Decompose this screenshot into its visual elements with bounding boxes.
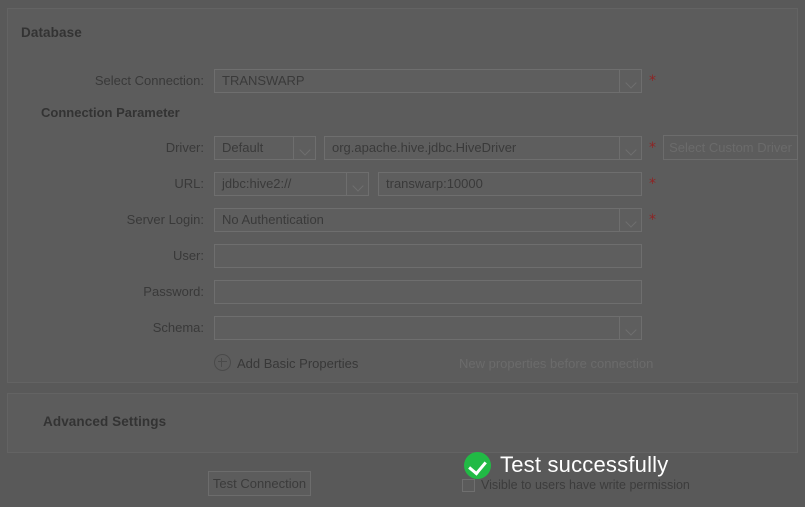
schema-label: Schema:	[152, 320, 204, 335]
driver-class-dropdown[interactable]: org.apache.hive.jdbc.HiveDriver	[324, 136, 642, 160]
driver-label: Driver:	[165, 140, 204, 155]
server-login-label: Server Login:	[126, 212, 204, 227]
url-scheme-dropdown[interactable]: jdbc:hive2://	[214, 172, 369, 196]
driver-class-value: org.apache.hive.jdbc.HiveDriver	[332, 140, 517, 155]
add-basic-properties-button[interactable]: Add Basic Properties	[214, 354, 358, 374]
password-label: Password:	[143, 284, 204, 299]
user-row: User:	[8, 244, 797, 268]
chevron-down-icon[interactable]	[619, 209, 641, 231]
server-login-required-asterisk: *	[649, 212, 656, 228]
user-label: User:	[172, 248, 204, 263]
select-custom-driver-button[interactable]: Select Custom Driver	[663, 135, 798, 160]
properties-hint-text: New properties before connection	[459, 356, 654, 371]
url-host-value: transwarp:10000	[386, 176, 483, 191]
server-login-value: No Authentication	[222, 212, 324, 227]
url-scheme-value: jdbc:hive2://	[222, 176, 292, 191]
select-connection-required-asterisk: *	[649, 73, 656, 89]
driver-type-dropdown[interactable]: Default	[214, 136, 316, 160]
advanced-settings-title: Advanced Settings	[43, 414, 167, 429]
schema-dropdown[interactable]	[214, 316, 642, 340]
dimmed-settings-page: Database Select Connection: TRANSWARP * …	[0, 0, 805, 507]
url-required-asterisk: *	[649, 176, 656, 192]
schema-row: Schema:	[8, 316, 797, 340]
server-login-dropdown[interactable]: No Authentication	[214, 208, 642, 232]
driver-row: Driver: Default org.apache.hive.jdbc.Hiv…	[8, 135, 798, 160]
check-circle-icon	[464, 451, 491, 479]
password-input[interactable]	[214, 280, 642, 304]
visible-to-users-checkbox[interactable]	[462, 478, 475, 492]
test-success-toast: Test successfully	[464, 450, 668, 480]
select-connection-row: Select Connection: TRANSWARP *	[8, 69, 797, 93]
url-host-input[interactable]: transwarp:10000	[378, 172, 642, 196]
advanced-settings-panel[interactable]: Advanced Settings	[7, 393, 798, 453]
chevron-down-icon[interactable]	[619, 70, 641, 92]
test-connection-button[interactable]: Test Connection	[208, 471, 311, 496]
server-login-row: Server Login: No Authentication *	[8, 208, 797, 232]
url-label: URL:	[174, 176, 204, 191]
database-panel: Database Select Connection: TRANSWARP * …	[7, 8, 798, 383]
database-panel-title: Database	[21, 25, 82, 40]
visible-to-users-label: Visible to users have write permission	[481, 478, 690, 492]
user-input[interactable]	[214, 244, 642, 268]
add-basic-properties-label: Add Basic Properties	[237, 356, 359, 371]
chevron-down-icon[interactable]	[293, 137, 315, 159]
driver-type-value: Default	[222, 140, 264, 155]
url-row: URL: jdbc:hive2:// transwarp:10000 *	[8, 172, 797, 196]
plus-circle-icon	[214, 354, 231, 371]
password-row: Password:	[8, 280, 797, 304]
chevron-down-icon[interactable]	[619, 137, 641, 159]
driver-required-asterisk: *	[649, 140, 656, 156]
connection-parameter-heading: Connection Parameter	[41, 105, 180, 120]
chevron-down-icon[interactable]	[619, 317, 641, 339]
select-connection-dropdown[interactable]: TRANSWARP	[214, 69, 642, 93]
chevron-down-icon[interactable]	[346, 173, 368, 195]
select-connection-value: TRANSWARP	[222, 73, 305, 88]
test-success-message: Test successfully	[500, 452, 669, 477]
select-connection-label: Select Connection:	[94, 73, 204, 88]
